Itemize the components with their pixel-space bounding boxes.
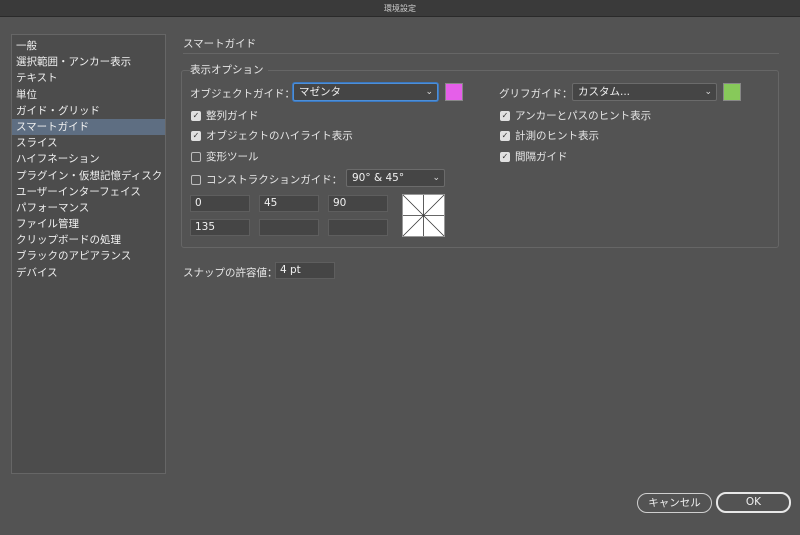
sidebar-item-guides-grid[interactable]: ガイド・グリッド (12, 103, 165, 119)
object-guide-color-select[interactable]: マゼンタ ⌄ (293, 83, 438, 101)
object-guide-value: マゼンタ (299, 86, 341, 98)
sidebar-item-general[interactable]: 一般 (12, 38, 165, 54)
checkmark-icon: ✓ (500, 130, 510, 141)
alignment-guides-checkbox[interactable]: ✓ 整列ガイド (191, 108, 259, 123)
sidebar-item-user-interface[interactable]: ユーザーインターフェイス (12, 184, 165, 200)
display-options-label: 表示オプション (190, 62, 268, 77)
measurement-hints-checkbox[interactable]: ✓ 計測のヒント表示 (500, 128, 599, 143)
alignment-guides-label: 整列ガイド (206, 110, 259, 122)
object-guide-color-swatch[interactable] (445, 83, 463, 101)
glyph-guide-color-swatch[interactable] (723, 83, 741, 101)
angle-preview-icon (402, 194, 445, 237)
sidebar-item-plugins-scratch[interactable]: プラグイン・仮想記憶ディスク (12, 168, 165, 184)
construction-guides-label: コンストラクションガイド： (206, 174, 343, 186)
sidebar-item-smart-guides[interactable]: スマートガイド (12, 118, 165, 136)
angle-field-4[interactable]: 135 (190, 219, 250, 236)
cancel-button[interactable]: キャンセル (637, 493, 712, 513)
angle-field-5[interactable] (259, 219, 319, 236)
measurement-hints-label: 計測のヒント表示 (515, 130, 599, 142)
section-title: スマートガイド (183, 38, 257, 50)
angle-field-1[interactable]: 0 (190, 195, 250, 212)
sidebar-item-performance[interactable]: パフォーマンス (12, 200, 165, 216)
object-guide-label: オブジェクトガイド： (190, 88, 295, 100)
glyph-guide-label: グリフガイド： (499, 88, 573, 100)
chevron-down-icon: ⌄ (704, 87, 712, 97)
transform-tools-label: 変形ツール (206, 151, 259, 163)
object-highlight-checkbox[interactable]: ✓ オブジェクトのハイライト表示 (191, 128, 353, 143)
checkmark-icon: ✓ (500, 151, 510, 162)
sidebar-item-slices[interactable]: スライス (12, 135, 165, 151)
sidebar-item-devices[interactable]: デバイス (12, 265, 165, 281)
window-title: 環境設定 (0, 0, 800, 17)
snap-tolerance-label: スナップの許容値： (183, 267, 278, 279)
chevron-down-icon: ⌄ (425, 87, 433, 97)
checkmark-icon: ✓ (500, 110, 510, 121)
sidebar-item-file-handling[interactable]: ファイル管理 (12, 216, 165, 232)
glyph-guide-color-select[interactable]: カスタム... ⌄ (572, 83, 717, 101)
construction-angles-value: 90° & 45° (352, 172, 405, 184)
checkbox-empty-icon (191, 174, 201, 185)
checkmark-icon: ✓ (191, 110, 201, 121)
glyph-guide-value: カスタム... (578, 86, 631, 98)
construction-guides-checkbox[interactable]: コンストラクションガイド： (191, 172, 342, 187)
object-highlight-label: オブジェクトのハイライト表示 (206, 130, 353, 142)
snap-tolerance-input[interactable]: 4 pt (275, 262, 335, 279)
angle-field-6[interactable] (328, 219, 388, 236)
transform-tools-checkbox[interactable]: 変形ツール (191, 149, 259, 164)
chevron-down-icon: ⌄ (432, 173, 440, 183)
sidebar-item-units[interactable]: 単位 (12, 87, 165, 103)
checkbox-empty-icon (191, 151, 201, 162)
section-divider (183, 53, 779, 54)
ok-button[interactable]: OK (716, 492, 791, 513)
sidebar-item-clipboard[interactable]: クリップボードの処理 (12, 232, 165, 248)
spacing-guides-checkbox[interactable]: ✓ 間隔ガイド (500, 149, 568, 164)
sidebar-item-hyphenation[interactable]: ハイフネーション (12, 151, 165, 167)
spacing-guides-label: 間隔ガイド (515, 151, 568, 163)
anchor-path-hints-label: アンカーとパスのヒント表示 (515, 110, 652, 122)
sidebar-item-selection-anchor[interactable]: 選択範囲・アンカー表示 (12, 54, 165, 70)
sidebar-item-type[interactable]: テキスト (12, 70, 165, 86)
anchor-path-hints-checkbox[interactable]: ✓ アンカーとパスのヒント表示 (500, 108, 651, 123)
angle-field-2[interactable]: 45 (259, 195, 319, 212)
preferences-category-list[interactable]: 一般 選択範囲・アンカー表示 テキスト 単位 ガイド・グリッド スマートガイド … (11, 34, 166, 474)
angle-field-3[interactable]: 90 (328, 195, 388, 212)
sidebar-item-black-appearance[interactable]: ブラックのアピアランス (12, 248, 165, 264)
checkmark-icon: ✓ (191, 130, 201, 141)
construction-angles-select[interactable]: 90° & 45° ⌄ (346, 169, 445, 187)
